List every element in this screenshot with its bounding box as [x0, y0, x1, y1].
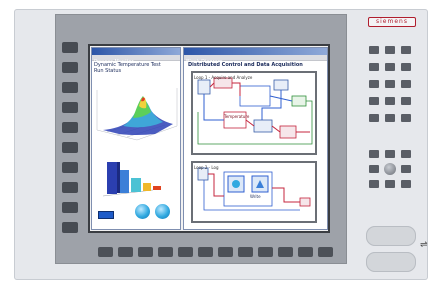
- status-indicator: RUN: [98, 211, 114, 228]
- bottom-key-12[interactable]: [318, 247, 333, 257]
- nav-key-left-bottom[interactable]: [369, 180, 379, 188]
- enter-key[interactable]: [384, 163, 396, 175]
- function-key-f1[interactable]: [62, 42, 78, 53]
- touch-screen[interactable]: Process Monitor Dynamic Temperature Test…: [88, 44, 330, 233]
- bottom-key-3[interactable]: [138, 247, 153, 257]
- diagram-header: Distributed Control and Data Acquisition: [188, 62, 303, 68]
- bottom-key-6[interactable]: [198, 247, 213, 257]
- arrow-up-key[interactable]: [385, 150, 395, 158]
- keypad-key-4[interactable]: [369, 63, 379, 71]
- process-monitor-window: Process Monitor Dynamic Temperature Test…: [91, 47, 181, 230]
- bar-graph: [93, 156, 180, 198]
- nav-key-right-top[interactable]: [401, 150, 411, 158]
- keypad-key-8[interactable]: [385, 80, 395, 88]
- start-button[interactable]: [135, 204, 150, 219]
- bottom-key-9[interactable]: [258, 247, 273, 257]
- keypad-key-9[interactable]: [401, 80, 411, 88]
- bottom-key-2[interactable]: [118, 247, 133, 257]
- keypad-key-6[interactable]: [401, 63, 411, 71]
- bottom-key-4[interactable]: [158, 247, 173, 257]
- nav-key-left-top[interactable]: [369, 150, 379, 158]
- bottom-key-11[interactable]: [298, 247, 313, 257]
- panel-heading: Dynamic Temperature Test: [94, 62, 161, 68]
- keypad-key-14[interactable]: [385, 114, 395, 122]
- bottom-key-10[interactable]: [278, 247, 293, 257]
- function-key-f6[interactable]: [62, 142, 78, 153]
- function-key-f4[interactable]: [62, 102, 78, 113]
- arrow-down-key[interactable]: [385, 180, 395, 188]
- usb-icon: ⇌: [420, 240, 428, 250]
- stop-button[interactable]: [155, 204, 170, 219]
- usb-slot[interactable]: [366, 252, 416, 272]
- function-key-f10[interactable]: [62, 222, 78, 233]
- keypad-key-12[interactable]: [401, 97, 411, 105]
- memory-card-slot[interactable]: [366, 226, 416, 246]
- bottom-key-8[interactable]: [238, 247, 253, 257]
- node-label-temperature: Temperature: [224, 114, 250, 119]
- arrow-right-key[interactable]: [401, 165, 411, 173]
- arrow-left-key[interactable]: [369, 165, 379, 173]
- nav-key-right-bottom[interactable]: [401, 180, 411, 188]
- keypad-key-5[interactable]: [385, 63, 395, 71]
- panel-subheading: Run Status: [94, 68, 122, 74]
- node-label-write: Write: [250, 194, 261, 199]
- function-key-f3[interactable]: [62, 82, 78, 93]
- function-key-f7[interactable]: [62, 162, 78, 173]
- bottom-key-7[interactable]: [218, 247, 233, 257]
- keypad-key-10[interactable]: [369, 97, 379, 105]
- keypad-key-13[interactable]: [369, 114, 379, 122]
- keypad-key-11[interactable]: [385, 97, 395, 105]
- window-title-bar[interactable]: Block Diagram: [184, 48, 327, 65]
- function-key-f8[interactable]: [62, 182, 78, 193]
- loop2-label: Loop 2 - Log: [194, 165, 219, 170]
- surface-graph: [93, 80, 180, 142]
- function-key-f5[interactable]: [62, 122, 78, 133]
- function-key-f2[interactable]: [62, 62, 78, 73]
- bottom-key-1[interactable]: [98, 247, 113, 257]
- keypad-key-2[interactable]: [385, 46, 395, 54]
- keypad-key-15[interactable]: [401, 114, 411, 122]
- bottom-key-5[interactable]: [178, 247, 193, 257]
- keypad-key-3[interactable]: [401, 46, 411, 54]
- window-title-bar[interactable]: Process Monitor: [92, 48, 180, 65]
- loop1-label: Loop 1 - Acquire and Analyze: [194, 75, 253, 80]
- block-diagram-canvas: [184, 68, 327, 228]
- keypad-key-1[interactable]: [369, 46, 379, 54]
- keypad-key-7[interactable]: [369, 80, 379, 88]
- block-diagram-window: Block Diagram Distributed Control and Da…: [183, 47, 328, 230]
- function-key-f9[interactable]: [62, 202, 78, 213]
- brand-logo: siemens: [368, 17, 416, 27]
